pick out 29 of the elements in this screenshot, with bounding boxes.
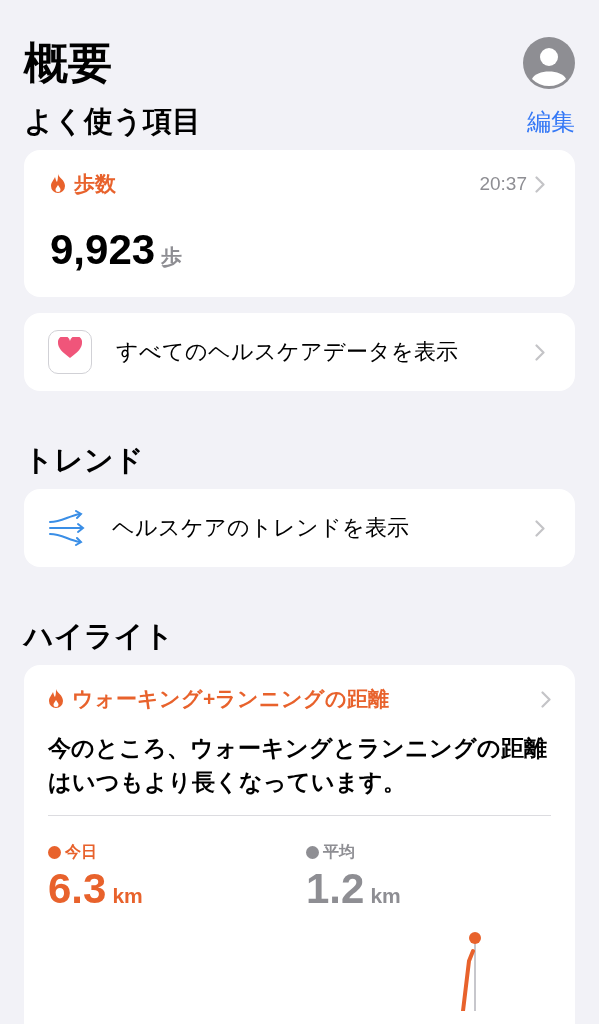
chevron-icon xyxy=(541,690,551,708)
stat-value: 1.2 xyxy=(306,865,365,913)
health-app-icon xyxy=(48,330,92,374)
stat-value: 6.3 xyxy=(48,865,107,913)
section-title: よく使う項目 xyxy=(24,104,201,139)
unit-label: km xyxy=(370,884,401,908)
chevron-icon xyxy=(535,175,545,193)
stat-label: 平均 xyxy=(323,842,355,862)
steps-value: 9,923 xyxy=(50,226,156,274)
steps-card[interactable]: 歩数 20:37 9,923 歩 xyxy=(24,150,575,297)
chevron-icon xyxy=(535,519,545,537)
highlight-card[interactable]: ウォーキング+ランニングの距離 今のところ、ウォーキングとランニングの距離はいつもより長くなっています。 今日 6.3 km 平均 1.2 km xyxy=(24,665,575,1024)
unit-label: km xyxy=(112,884,143,908)
chevron-icon xyxy=(535,343,545,361)
card-label: 歩数 xyxy=(74,171,116,197)
edit-link[interactable]: 編集 xyxy=(527,106,575,138)
update-time: 20:37 xyxy=(479,173,527,195)
profile-avatar-icon[interactable] xyxy=(523,37,575,89)
show-all-data-row[interactable]: すべてのヘルスケアデータを表示 xyxy=(24,313,575,391)
card-label: ウォーキング+ランニングの距離 xyxy=(72,686,390,712)
trends-row[interactable]: ヘルスケアのトレンドを表示 xyxy=(24,489,575,567)
page-title: 概要 xyxy=(24,36,112,89)
section-title: トレンド xyxy=(24,443,144,478)
flame-icon xyxy=(50,174,66,194)
highlight-summary: 今のところ、ウォーキングとランニングの距離はいつもより長くなっています。 xyxy=(48,734,548,797)
unit-label: 歩 xyxy=(161,244,183,270)
stat-label: 今日 xyxy=(65,842,97,862)
section-title: ハイライト xyxy=(24,619,174,654)
flame-icon xyxy=(48,689,64,709)
